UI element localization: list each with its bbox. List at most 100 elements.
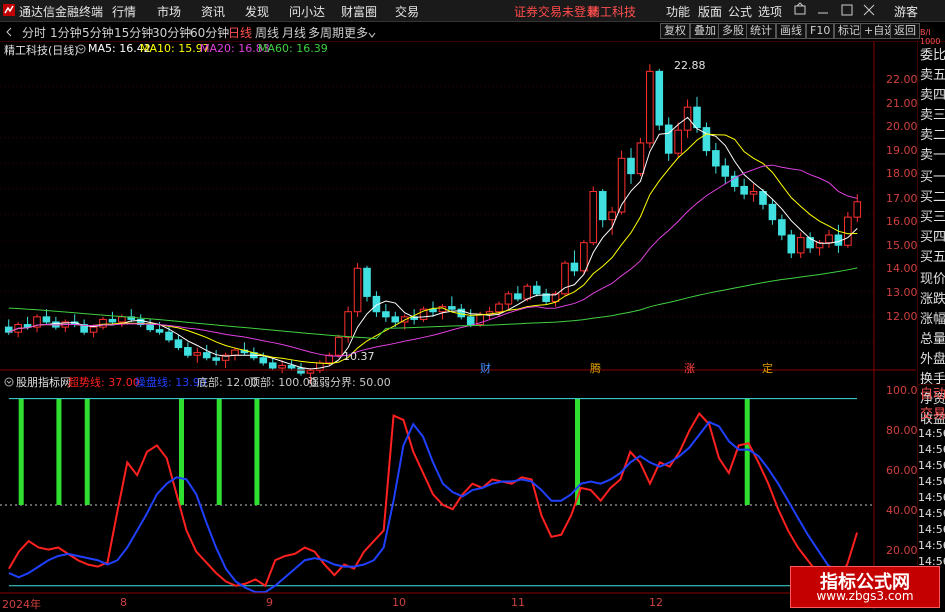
auto-trade-box[interactable]: 自动 交易 xyxy=(918,384,945,425)
candle-body xyxy=(193,352,202,356)
user-guest[interactable]: 游客 xyxy=(894,3,918,20)
candle-body xyxy=(740,185,748,195)
draw-line-button[interactable]: 画线 xyxy=(776,23,806,39)
event-marker[interactable]: 腾 xyxy=(590,360,601,376)
menu-gongshi[interactable]: 公式 xyxy=(728,3,752,20)
watermark-logo: 指标公式网 www.zbgs3.com xyxy=(790,566,940,608)
candle xyxy=(636,137,645,177)
auto-trade-label[interactable]: 交易 xyxy=(920,405,945,425)
menu-zixun[interactable]: 资讯 xyxy=(201,3,225,20)
tab-monthly[interactable]: 月线 xyxy=(282,24,306,41)
price-tick: 15.00 xyxy=(886,239,918,252)
candle xyxy=(712,142,720,174)
candle xyxy=(363,265,371,302)
candle-body xyxy=(778,219,786,236)
menu-shichang[interactable]: 市场 xyxy=(157,3,181,20)
quote-label: 涨幅 xyxy=(920,312,945,327)
candle xyxy=(231,347,239,361)
trade-login-notice[interactable]: 证券交易未登录 xyxy=(514,3,598,20)
candle-body xyxy=(589,191,598,244)
candle xyxy=(778,214,786,241)
signal-bar xyxy=(84,398,90,505)
tab-5min[interactable]: 5分钟 xyxy=(82,24,114,41)
candle xyxy=(127,309,136,322)
quote-label: 买一 xyxy=(920,170,945,185)
candle-body xyxy=(363,267,371,297)
x-tick: 10 xyxy=(392,596,406,609)
x-tick: 9 xyxy=(266,596,273,609)
candle xyxy=(4,319,13,335)
candle xyxy=(721,158,730,184)
ma-line-ma5 xyxy=(8,116,858,370)
skin-icon[interactable] xyxy=(792,2,808,18)
chart-canvas[interactable] xyxy=(0,42,916,609)
tab-weekly[interactable]: 周线 xyxy=(255,24,279,41)
tab-daily[interactable]: 日线 xyxy=(228,24,252,41)
quote-label: 外盘 xyxy=(920,352,945,367)
fuquan-button[interactable]: 复权 xyxy=(660,23,690,39)
close-icon[interactable] xyxy=(862,3,876,17)
menu-caifuquan[interactable]: 财富圈 xyxy=(341,3,377,20)
tick-time: 14:56 xyxy=(918,539,945,552)
maximize-icon[interactable] xyxy=(840,3,854,17)
candle-body xyxy=(297,367,305,374)
menu-xuanxiang[interactable]: 选项 xyxy=(758,3,782,20)
indicator-axis: 100.0 80.00 60.00 40.00 20.00 xyxy=(876,380,918,560)
back-button[interactable]: 返回 xyxy=(890,23,920,39)
price-tick: 20.00 xyxy=(886,120,918,133)
tick-time: 14:56 xyxy=(918,491,945,504)
x-tick: 12 xyxy=(649,596,663,609)
tab-60min[interactable]: 60分钟 xyxy=(190,24,229,41)
menu-wenxiaoda[interactable]: 问小达 xyxy=(289,3,325,20)
candle xyxy=(749,183,758,202)
candle xyxy=(485,306,494,320)
menu-jiaoyi[interactable]: 交易 xyxy=(395,3,419,20)
signal-bar xyxy=(216,398,222,505)
watermark-url: www.zbgs3.com xyxy=(816,589,914,603)
tab-fenshi[interactable]: 分时 xyxy=(22,24,46,41)
minimize-icon[interactable] xyxy=(816,3,830,17)
period-toolbar: 分时 1分钟 5分钟 15分钟 30分钟 60分钟 日线 周线 月线 多周期 更… xyxy=(0,22,945,42)
tab-15min[interactable]: 15分钟 xyxy=(114,24,153,41)
candle-body xyxy=(108,318,117,323)
indicator-name[interactable]: 股朋指标网 xyxy=(16,374,71,390)
indicator-tick: 40.00 xyxy=(886,504,918,517)
high-price-label: 22.88 xyxy=(674,59,706,72)
menu-gongneng[interactable]: 功能 xyxy=(666,3,690,20)
event-marker[interactable]: 定 xyxy=(762,360,773,376)
collapse-icon[interactable] xyxy=(3,26,15,38)
candle xyxy=(334,334,343,358)
indicator-item-operate: 操盘线: 13.90 xyxy=(135,376,207,389)
tab-more[interactable]: 更多 xyxy=(344,24,368,41)
tab-1min[interactable]: 1分钟 xyxy=(50,24,82,41)
candle-body xyxy=(155,329,164,333)
candle xyxy=(806,232,814,253)
candle xyxy=(646,64,654,149)
menu-hangqing[interactable]: 行情 xyxy=(112,3,136,20)
multi-stock-button[interactable]: 多股 xyxy=(718,23,748,39)
chevron-down-icon[interactable] xyxy=(368,28,376,38)
tab-30min[interactable]: 30分钟 xyxy=(152,24,191,41)
indicator-tick: 60.00 xyxy=(886,464,918,477)
indicator-settings-icon[interactable] xyxy=(4,376,14,387)
menu-bar: 通达信金融终端 行情 市场 资讯 发现 问小达 财富圈 交易 证券交易未登录 精… xyxy=(0,0,945,22)
tab-multi-period[interactable]: 多周期 xyxy=(308,24,344,41)
menu-faxian[interactable]: 发现 xyxy=(245,3,269,20)
f10-button[interactable]: F10 xyxy=(806,23,835,39)
candle xyxy=(674,122,682,159)
candle-body xyxy=(146,324,154,331)
candle-body xyxy=(278,364,286,369)
tick-time: 14:56 xyxy=(918,443,945,456)
candle xyxy=(627,148,635,184)
quote-label: 现价 xyxy=(920,272,945,287)
candle xyxy=(844,212,852,248)
auto-trade-label[interactable]: 自动 xyxy=(920,385,945,405)
price-tick: 16.00 xyxy=(886,215,918,228)
overlay-button[interactable]: 叠加 xyxy=(690,23,720,39)
candle-body xyxy=(608,211,616,221)
candle-body xyxy=(118,316,126,323)
statistics-button[interactable]: 统计 xyxy=(746,23,776,39)
event-marker[interactable]: 涨 xyxy=(684,360,695,376)
tick-time: 14:56 xyxy=(918,507,945,520)
menu-banmian[interactable]: 版面 xyxy=(698,3,722,20)
